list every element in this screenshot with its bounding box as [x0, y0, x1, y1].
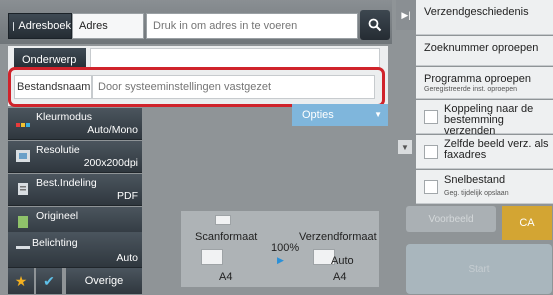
verzendformaat-label: Verzendformaat	[299, 231, 377, 243]
exposure-icon	[16, 246, 30, 249]
chevron-down-icon: ▼	[401, 142, 409, 152]
original-icon	[18, 216, 28, 228]
snelbestand-label: Snelbestand	[444, 174, 506, 186]
origineel-title: Origineel	[36, 210, 79, 222]
koppeling-label: Koppeling naar de bestemming verzenden	[444, 103, 534, 137]
zelfde-beeld-checkbox[interactable]: Zelfde beeld verz. als faxadres	[416, 135, 553, 169]
koppeling-checkbox[interactable]: Koppeling naar de bestemming verzenden	[416, 100, 553, 137]
addressbook-label: Adresboek	[18, 20, 71, 32]
best-indeling-title: Best.Indeling	[36, 177, 97, 189]
search-button[interactable]	[360, 10, 390, 40]
zelfde-beeld-checkbox-box[interactable]	[424, 145, 438, 159]
zoom-value: 100%	[271, 242, 300, 254]
resolutie-button[interactable]: Resolutie 200x200dpi	[8, 141, 142, 173]
belichting-title: Belichting	[32, 237, 78, 249]
scroll-down-button[interactable]: ▼	[398, 140, 412, 154]
best-indeling-value: PDF	[117, 190, 138, 202]
adres-label: Adres	[72, 13, 144, 39]
addressbook-button[interactable]: Adresboek	[8, 13, 72, 39]
addressbook-icon	[13, 21, 15, 31]
programma-oproepen-button[interactable]: Programma oproepen Geregistreerde inst. …	[416, 67, 553, 99]
resolutie-value: 200x200dpi	[83, 157, 138, 169]
scan-paper-icon	[201, 249, 223, 265]
voorbeeld-button[interactable]: Voorbeeld	[406, 206, 496, 232]
snelbestand-sub: Geg. tijdelijk opslaan	[444, 190, 509, 197]
verzendgeschiedenis-button[interactable]: Verzendgeschiedenis	[416, 0, 553, 35]
snelbestand-checkbox[interactable]: Snelbestand Geg. tijdelijk opslaan	[416, 170, 553, 204]
arrow-right-icon: ▶	[277, 255, 284, 265]
preview-box: Scanformaat Verzendformaat 100% ▶ Auto A…	[180, 210, 380, 288]
opties-dropdown[interactable]: Opties ▼	[292, 104, 388, 126]
start-button[interactable]: Start	[406, 244, 552, 294]
belichting-button[interactable]: Belichting Auto	[8, 232, 142, 268]
favorite-button[interactable]: ★	[8, 268, 34, 294]
check-button[interactable]: ✔	[36, 268, 62, 294]
zoeknummer-button[interactable]: Zoeknummer oproepen	[416, 36, 553, 66]
verzendgeschiedenis-label: Verzendgeschiedenis	[424, 6, 529, 18]
zoeknummer-label: Zoeknummer oproepen	[424, 42, 539, 54]
koppeling-checkbox-box[interactable]	[424, 110, 438, 124]
panel-collapse-button[interactable]: ▶|	[396, 0, 416, 30]
collapse-icon: ▶|	[401, 9, 411, 20]
programma-oproepen-sub: Geregistreerde inst. oproepen	[424, 86, 517, 93]
send-auto-value: Auto	[331, 255, 354, 267]
onderwerp-field[interactable]	[90, 48, 380, 68]
color-mode-icon	[16, 123, 30, 127]
overige-button[interactable]: Overige	[66, 268, 142, 294]
chevron-down-icon: ▼	[374, 110, 382, 119]
kleurmodus-button[interactable]: Kleurmodus Auto/Mono	[8, 108, 142, 140]
send-size-value: A4	[333, 271, 347, 283]
star-icon: ★	[14, 272, 28, 289]
kleurmodus-title: Kleurmodus	[36, 111, 93, 123]
address-search-input[interactable]	[146, 13, 358, 39]
scan-size-value: A4	[219, 271, 233, 283]
file-format-icon	[18, 183, 28, 195]
kleurmodus-value: Auto/Mono	[87, 124, 138, 136]
snelbestand-checkbox-box[interactable]	[424, 180, 438, 194]
best-indeling-button[interactable]: Best.Indeling PDF	[8, 174, 142, 206]
zelfde-beeld-label: Zelfde beeld verz. als faxadres	[444, 138, 549, 161]
ca-button[interactable]: CA	[502, 206, 552, 240]
checkmark-icon: ✔	[43, 272, 55, 289]
document-icon	[215, 215, 231, 225]
highlight-frame	[8, 67, 385, 107]
programma-oproepen-label: Programma oproepen	[424, 73, 532, 85]
belichting-value: Auto	[116, 252, 138, 264]
opties-label: Opties	[302, 109, 334, 121]
scanformaat-label: Scanformaat	[195, 231, 258, 243]
resolutie-title: Resolutie	[36, 144, 80, 156]
resolution-icon	[16, 150, 30, 162]
search-icon	[368, 18, 382, 32]
